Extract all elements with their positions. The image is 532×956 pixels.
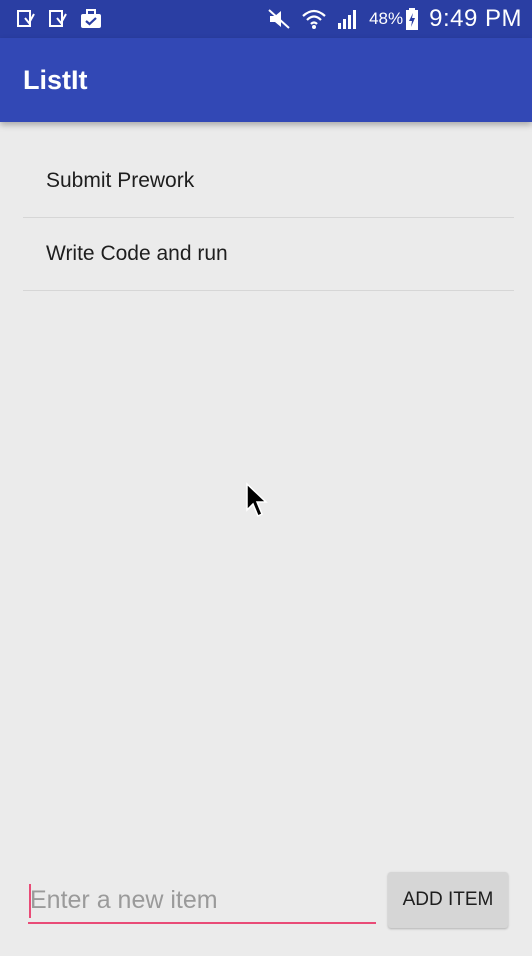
download-check-icon [48, 9, 68, 29]
status-clock: 9:49 PM [429, 5, 522, 32]
app-bar: ListIt [0, 38, 532, 122]
status-notifications [16, 9, 114, 29]
app-title: ListIt [23, 64, 88, 95]
new-item-input[interactable] [28, 878, 376, 924]
briefcase-check-icon [80, 9, 102, 29]
status-system: 48% 9:49 PM [257, 5, 522, 33]
list-item[interactable]: Write Code and run [23, 218, 514, 291]
wifi-icon [301, 8, 327, 30]
add-item-button[interactable]: ADD ITEM [388, 872, 508, 928]
battery-percent: 48% [369, 9, 404, 28]
mute-icon [267, 8, 291, 30]
status-bar: 48% 9:49 PM [0, 0, 532, 38]
list-item-label: Write Code and run [46, 242, 228, 265]
text-caret [29, 884, 31, 918]
mouse-pointer-icon [245, 482, 269, 523]
list-item[interactable]: Submit Prework [23, 145, 514, 218]
new-item-composer: ADD ITEM [28, 872, 510, 932]
todo-list: Submit Prework Write Code and run [23, 145, 514, 291]
download-done-icon [16, 9, 36, 29]
signal-icon [337, 8, 359, 30]
battery-charging-icon [405, 7, 419, 31]
list-item-label: Submit Prework [46, 169, 195, 192]
